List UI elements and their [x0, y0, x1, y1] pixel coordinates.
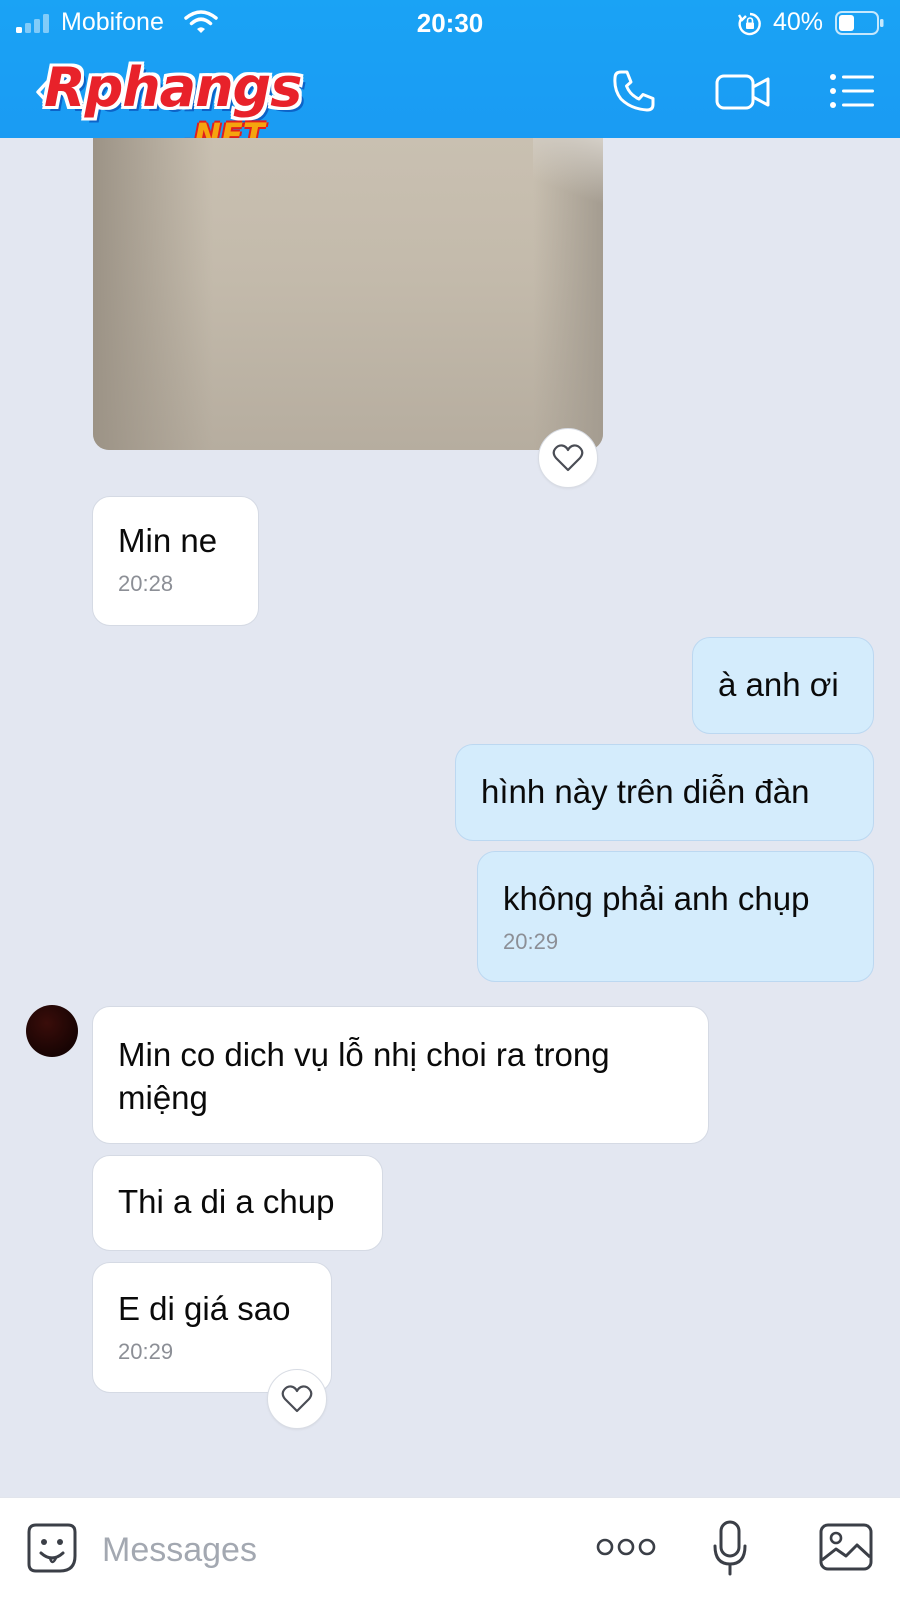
menu-list-icon[interactable]	[829, 72, 875, 110]
battery-icon	[835, 11, 884, 35]
microphone-icon[interactable]	[712, 1520, 748, 1576]
message-text: hình này trên diễn đàn	[481, 773, 810, 810]
incoming-message-bubble[interactable]: Min co dich vụ lỗ nhị choi ra trong miện…	[92, 1006, 709, 1144]
outgoing-message-bubble[interactable]: hình này trên diễn đàn	[455, 744, 874, 841]
outgoing-message-bubble[interactable]: à anh ơi	[692, 637, 874, 734]
message-text: Thi a di a chup	[118, 1183, 335, 1220]
heart-icon	[281, 1385, 313, 1413]
status-clock: 20:30	[416, 8, 484, 38]
avatar[interactable]	[26, 1005, 78, 1057]
message-text: không phải anh chụp	[503, 880, 810, 917]
react-heart-button[interactable]	[267, 1369, 327, 1429]
chat-header: Mobifone 20:30 40% Rphangs .NET	[0, 0, 900, 154]
phone-icon[interactable]	[611, 68, 657, 114]
more-options-icon[interactable]	[596, 1536, 656, 1558]
video-camera-icon[interactable]	[715, 72, 771, 112]
photo-message[interactable]	[93, 138, 603, 450]
battery-percentage: 40%	[773, 8, 824, 36]
outgoing-message-bubble[interactable]: không phải anh chụp 20:29	[477, 851, 874, 982]
status-bar: Mobifone 20:30 40%	[0, 0, 900, 46]
message-text-line-1: Min co dich vụ lỗ nhị choi ra trong	[118, 1036, 610, 1073]
incoming-message-bubble[interactable]: Min ne 20:28	[92, 496, 259, 626]
message-composer	[0, 1497, 900, 1600]
image-icon[interactable]	[818, 1522, 874, 1572]
react-heart-button[interactable]	[538, 428, 598, 488]
message-text: E di giá sao	[118, 1290, 291, 1327]
rotation-lock-icon	[737, 12, 761, 36]
heart-icon	[552, 444, 584, 472]
message-input[interactable]	[102, 1526, 542, 1574]
message-text-line-2: miệng	[118, 1079, 208, 1116]
nav-bar: Rphangs .NET	[0, 46, 900, 154]
incoming-message-bubble[interactable]: Thi a di a chup	[92, 1155, 383, 1251]
message-time: 20:29	[503, 929, 559, 954]
message-text: à anh ơi	[718, 666, 839, 703]
message-time: 20:28	[118, 571, 174, 596]
message-time: 20:29	[118, 1339, 174, 1364]
message-text: Min ne	[118, 522, 218, 559]
sticker-icon[interactable]	[26, 1522, 78, 1574]
watermark-text: Rphangs	[44, 56, 302, 119]
